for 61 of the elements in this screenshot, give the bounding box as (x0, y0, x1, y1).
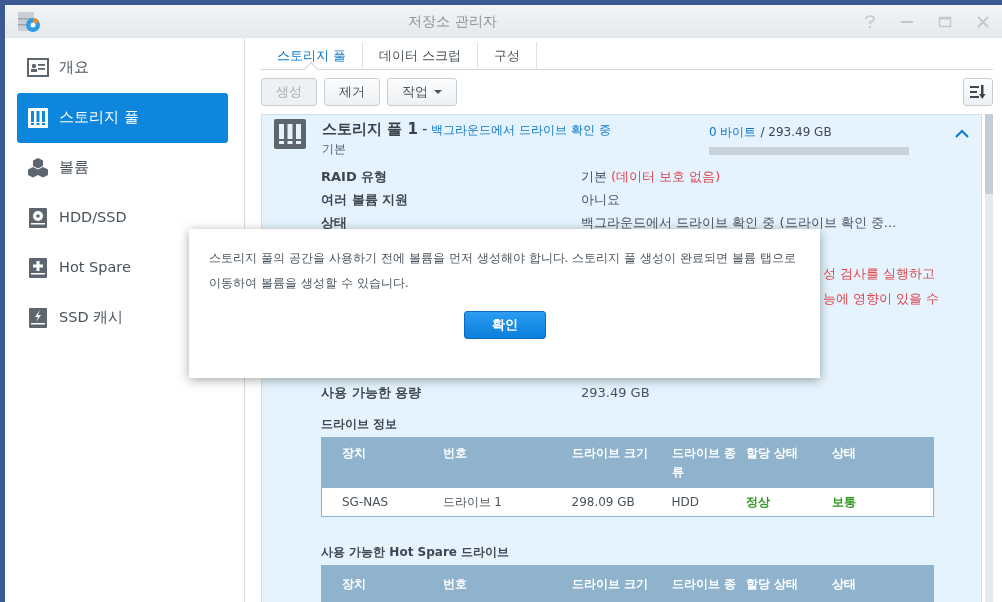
column-header: 할당 상태 (745, 565, 832, 602)
table-cell: 298.09 GB (571, 494, 635, 509)
pool-title: 스토리지 풀 1 (322, 120, 418, 138)
table-cell: 정상 (745, 494, 770, 509)
storage-pool-icon (274, 119, 306, 149)
detail-label: 상태 (320, 213, 348, 232)
sidebar-item[interactable]: 스토리지 풀 (17, 93, 228, 143)
help-icon[interactable] (864, 14, 876, 29)
table-cell: 보통 (831, 494, 856, 509)
used-amount: 0 바이트 (709, 125, 757, 139)
detail-value: 백그라운드에서 드라이브 확인 중 (드라이브 확인 중... (581, 213, 897, 232)
sort-button[interactable] (963, 78, 993, 106)
column-header: 장치 (321, 437, 443, 488)
detail-value: 기본 (581, 167, 607, 186)
close-icon[interactable] (976, 14, 990, 29)
detail-label: 사용 가능한 용량 (320, 383, 423, 402)
menu-button[interactable]: 작업 (387, 78, 457, 106)
sidebar-item[interactable]: SSD 캐시 (17, 293, 228, 343)
column-header: 드라이브 크기 (571, 437, 672, 488)
table-cell: HDD (671, 494, 699, 509)
column-header: 드라이브 크기 (571, 565, 672, 602)
column-header: 드라이브 종 (671, 565, 746, 602)
pool-subtitle: 기본 (322, 141, 347, 157)
window-title: 저장소 관리자 (407, 12, 498, 31)
sidebar-item[interactable]: 볼륨 (17, 143, 228, 193)
warning-note: (데이터 보호 없음) (611, 167, 721, 186)
warning-text: 능에 영향이 있을 수 (823, 291, 940, 306)
pool-status: 백그라운드에서 드라이브 확인 중 (431, 123, 611, 137)
table-cell: 드라이브 1 (442, 494, 502, 509)
scrollbar[interactable] (985, 114, 993, 602)
detail-label: 여러 볼륨 지원 (320, 190, 410, 209)
toolbar-button[interactable]: 제거 (324, 78, 380, 106)
maximize-icon[interactable] (938, 14, 952, 29)
app-icon (17, 9, 41, 34)
column-header: 할당 상태 (745, 437, 832, 488)
overview-icon (27, 57, 49, 79)
tab[interactable]: 구성 (478, 42, 538, 69)
table-cell: SG-NAS (342, 494, 389, 509)
column-header: 상태 (831, 565, 934, 602)
section-title: 드라이브 정보 (321, 416, 399, 433)
sidebar-item[interactable]: 개요 (17, 43, 228, 93)
column-header: 번호 (442, 565, 572, 602)
column-header: 상태 (831, 437, 934, 488)
tab[interactable]: 스토리지 풀 (261, 42, 364, 69)
sort-icon (969, 84, 987, 100)
dialog-message: 스토리지 풀의 공간을 사용하기 전에 볼륨을 먼저 생성해야 합니다. 스토리지 풀 생성이 완료되면 볼륨 탭으로 이동하여 볼륨을 생성할 수 있습니다. (209, 249, 798, 293)
section-title: 사용 가능한 Hot Spare 드라이브 (321, 543, 511, 561)
separator-text: - (421, 120, 428, 138)
column-header: 드라이브 종류 (671, 437, 746, 488)
total-capacity: / 293.49 GB (760, 125, 832, 139)
column-header: 번호 (442, 437, 572, 488)
column-header: 장치 (321, 565, 443, 602)
cubes-icon (27, 157, 49, 179)
storage-pool-icon (27, 107, 49, 129)
collapse-icon[interactable] (955, 129, 969, 139)
warning-text: 성 검사를 실행하고 (823, 266, 936, 281)
tab[interactable]: 데이터 스크럽 (363, 42, 479, 69)
sidebar-item[interactable]: HDD/SSD (17, 193, 228, 243)
detail-value: 293.49 GB (581, 383, 650, 402)
detail-value: 아니요 (581, 190, 620, 209)
detail-label: RAID 유형 (320, 167, 389, 186)
